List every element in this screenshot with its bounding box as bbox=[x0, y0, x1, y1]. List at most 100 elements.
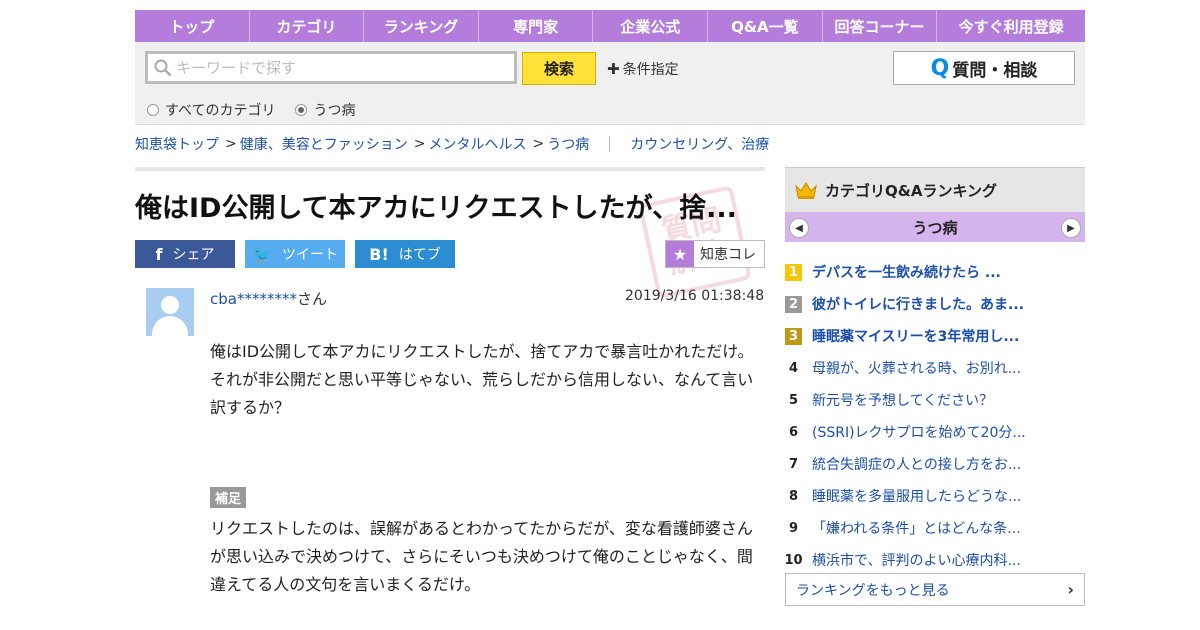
rank-number: 8 bbox=[788, 488, 799, 504]
user-suffix: さん bbox=[296, 290, 327, 308]
search-box[interactable] bbox=[145, 51, 517, 84]
search-icon bbox=[154, 59, 172, 76]
nav-category[interactable]: カテゴリ bbox=[250, 10, 365, 42]
category-radios: すべてのカテゴリ うつ病 bbox=[147, 100, 355, 120]
ranking-item: 9 「嫌われる条件」とはどんな条... bbox=[785, 512, 1085, 544]
chevron-right-icon: › bbox=[1067, 580, 1074, 599]
facebook-share-button[interactable]: f シェア bbox=[135, 240, 235, 268]
rank-number: 1 bbox=[785, 263, 802, 281]
nav-qa-list[interactable]: Q&A一覧 bbox=[708, 10, 823, 42]
user-name[interactable]: cba********さん bbox=[210, 288, 327, 309]
next-arrow-icon[interactable]: ▶ bbox=[1061, 218, 1081, 238]
search-area: 検索 ✚条件指定 Q質問・相談 すべてのカテゴリ うつ病 bbox=[135, 42, 1085, 125]
breadcrumb: 知恵袋トップ > 健康、美容とファッション > メンタルヘルス > うつ病 カウンセリ… bbox=[135, 134, 769, 154]
post-date: 2019/3/16 01:38:48 bbox=[625, 288, 765, 304]
ranking-item: 5 新元号を予想してください？ bbox=[785, 384, 1085, 416]
rank-number: 4 bbox=[788, 360, 799, 376]
ranking-link[interactable]: 睡眠薬を多量服用したらどうな... bbox=[812, 486, 1021, 506]
hatena-icon: B! bbox=[369, 244, 389, 264]
prev-arrow-icon[interactable]: ◀ bbox=[789, 218, 809, 238]
user-id[interactable]: cba******** bbox=[210, 290, 297, 308]
breadcrumb-sep: > bbox=[225, 136, 237, 152]
ranking-link[interactable]: デパスを一生飲み続けたら ... bbox=[812, 262, 1001, 282]
ranking-item: 10 横浜市で、評判のよい心療内科... bbox=[784, 544, 1085, 576]
ranking-more-link[interactable]: ランキングをもっと見る › bbox=[785, 573, 1085, 606]
search-button[interactable]: 検索 bbox=[522, 52, 596, 85]
radio-all-categories[interactable]: すべてのカテゴリ bbox=[147, 100, 275, 120]
ask-question-button[interactable]: Q 質問・相談 bbox=[893, 51, 1075, 85]
rank-number: 7 bbox=[788, 456, 799, 472]
ranking-link[interactable]: 母親が、火葬される時、お別れ... bbox=[812, 358, 1021, 378]
rank-number: 9 bbox=[788, 520, 799, 536]
share-label: はてブ bbox=[398, 247, 441, 263]
ranking-item: 4 母親が、火葬される時、お別れ... bbox=[785, 352, 1085, 384]
condition-label: 条件指定 bbox=[622, 62, 679, 78]
star-icon: ★ bbox=[666, 241, 694, 267]
radio-checked-icon bbox=[295, 104, 308, 116]
condition-link[interactable]: ✚ 条件指定 bbox=[607, 59, 679, 79]
avatar[interactable] bbox=[146, 288, 194, 336]
radio-circle-icon bbox=[147, 104, 159, 116]
breadcrumb-depression[interactable]: うつ病 bbox=[547, 134, 589, 154]
hatena-share-button[interactable]: B! はてブ bbox=[355, 240, 455, 268]
radio-depression[interactable]: うつ病 bbox=[295, 100, 355, 120]
question-paragraph: それが非公開だと思い平等じゃない、荒らしだから信用しない、なんて言い訳するか？ bbox=[210, 370, 754, 417]
chie-collection-button[interactable]: ★ 知恵コレ bbox=[665, 240, 765, 268]
ranking-link[interactable]: (SSRI)レクサプロを始めて20分... bbox=[812, 422, 1026, 442]
supplement-body: リクエストしたのは、誤解があるとわかってたからだが、変な看護師婆さんが思い込みで… bbox=[210, 519, 753, 594]
rank-number: 5 bbox=[788, 392, 799, 408]
crown-icon bbox=[795, 182, 817, 199]
ranking-title: カテゴリQ&Aランキング bbox=[825, 181, 997, 200]
radio-label: うつ病 bbox=[313, 103, 356, 119]
ranking-more-label: ランキングをもっと見る bbox=[796, 582, 950, 599]
rank-number: 6 bbox=[788, 424, 799, 440]
question-title: 俺はID公開して本アカにリクエストしたが、捨... bbox=[135, 193, 737, 224]
supplement-label: 補足 bbox=[210, 487, 247, 508]
rank-number: 2 bbox=[785, 295, 802, 313]
global-nav: トップ カテゴリ ランキング 専門家 企業公式 Q&A一覧 回答コーナー 今すぐ… bbox=[135, 10, 1085, 42]
search-input[interactable] bbox=[176, 58, 506, 77]
ranking-category-label: うつ病 bbox=[912, 218, 958, 237]
rank-number: 3 bbox=[785, 327, 802, 345]
chie-label: 知恵コレ bbox=[700, 247, 756, 263]
ranking-list: 1 デパスを一生飲み続けたら ... 2 彼がトイレに行きました。あま... 3 睡眠… bbox=[784, 256, 1085, 576]
breadcrumb-sep: > bbox=[413, 136, 426, 152]
q-icon: Q bbox=[930, 55, 950, 81]
ranking-item: 3 睡眠薬マイスリーを3年常用し... bbox=[785, 320, 1085, 352]
twitter-icon: 🐦 bbox=[252, 244, 272, 264]
ranking-item: 2 彼がトイレに行きました。あま... bbox=[785, 288, 1085, 320]
nav-register[interactable]: 今すぐ利用登録 bbox=[937, 10, 1085, 42]
nav-answer-corner[interactable]: 回答コーナー bbox=[823, 10, 938, 42]
ranking-panel: カテゴリQ&Aランキング ◀ うつ病 ▶ 1 デパスを一生飲み続けたら ... 2… bbox=[784, 167, 1085, 576]
ranking-link[interactable]: 彼がトイレに行きました。あま... bbox=[812, 294, 1024, 314]
radio-label: すべてのカテゴリ bbox=[165, 103, 276, 119]
plus-icon: ✚ bbox=[607, 60, 620, 78]
nav-top[interactable]: トップ bbox=[135, 10, 250, 42]
breadcrumb-counseling[interactable]: カウンセリング、治療 bbox=[630, 134, 769, 154]
share-label: ツイート bbox=[281, 247, 338, 263]
breadcrumb-top[interactable]: 知恵袋トップ bbox=[135, 134, 219, 154]
question-body: 俺はID公開して本アカにリクエストしたが、捨てアカで暴言吐かれただけ。 それが非… bbox=[210, 338, 755, 422]
ranking-link[interactable]: 統合失調症の人との接し方をお... bbox=[812, 454, 1021, 474]
ranking-link[interactable]: 新元号を予想してください？ bbox=[812, 390, 993, 410]
rank-number: 10 bbox=[784, 552, 803, 568]
share-label: シェア bbox=[172, 247, 215, 263]
ask-label: 質問・相談 bbox=[952, 60, 1038, 81]
ranking-item: 7 統合失調症の人との接し方をお... bbox=[785, 448, 1085, 480]
ranking-header: カテゴリQ&Aランキング bbox=[785, 167, 1085, 212]
ranking-link[interactable]: 「嫌われる条件」とはどんな条... bbox=[812, 518, 1021, 538]
nav-official[interactable]: 企業公式 bbox=[593, 10, 709, 42]
ranking-item: 6 (SSRI)レクサプロを始めて20分... bbox=[785, 416, 1085, 448]
breadcrumb-health[interactable]: 健康、美容とファッション bbox=[240, 134, 408, 154]
divider bbox=[135, 167, 765, 171]
ranking-link[interactable]: 横浜市で、評判のよい心療内科... bbox=[812, 550, 1021, 570]
breadcrumb-sep: > bbox=[532, 136, 545, 152]
ranking-category-tab: ◀ うつ病 ▶ bbox=[785, 212, 1085, 242]
facebook-icon: f bbox=[155, 244, 163, 264]
twitter-share-button[interactable]: 🐦 ツイート bbox=[245, 240, 345, 268]
breadcrumb-mental[interactable]: メンタルヘルス bbox=[428, 134, 526, 154]
nav-expert[interactable]: 専門家 bbox=[479, 10, 594, 42]
question-paragraph: 俺はID公開して本アカにリクエストしたが、捨てアカで暴言吐かれただけ。 bbox=[210, 342, 754, 361]
ranking-link[interactable]: 睡眠薬マイスリーを3年常用し... bbox=[812, 326, 1019, 346]
nav-ranking[interactable]: ランキング bbox=[364, 10, 479, 42]
